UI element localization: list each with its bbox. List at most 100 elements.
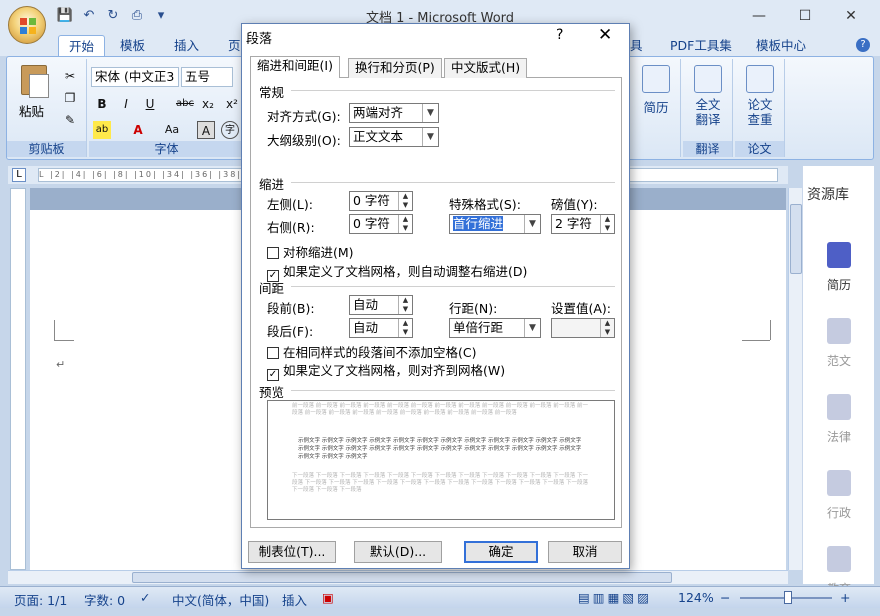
bold-button[interactable]: B [93,95,111,113]
dialog-tabs: 缩进和间距(I) 换行和分页(P) 中文版式(H) [250,56,622,79]
insert-mode[interactable]: 插入 [282,590,307,609]
minimize-button[interactable]: — [736,4,782,28]
outline-level-select[interactable]: 正文文本 ▼ [349,127,439,147]
vertical-scrollbar[interactable] [788,188,802,570]
tabs-button[interactable]: 制表位(T)... [248,541,336,563]
cut-icon[interactable]: ✂ [61,67,79,85]
sample-doc-icon [827,318,851,344]
close-button[interactable]: ✕ [828,4,874,28]
chevron-down-icon: ▼ [524,215,540,233]
preview-next-paragraph: 下一段落 下一段落 下一段落 下一段落 下一段落 下一段落 下一段落 下一段落 … [292,473,588,493]
resource-panel: 资源库 简历 范文 法律 行政 教育 [802,166,875,596]
italic-button[interactable]: I [117,95,135,113]
indent-right-input[interactable]: 0 字符 ▲ ▼ [349,214,413,234]
space-before-label: 段前(B): [267,301,315,316]
tab-pdf-tools[interactable]: PDF工具集 [660,35,742,56]
tab-asian-typography[interactable]: 中文版式(H) [444,58,528,78]
dialog-help-button[interactable]: ? [556,27,563,43]
admin-icon [827,470,851,496]
font-group-label: 字体 [89,141,244,157]
clipboard-group-label: 剪贴板 [7,141,86,157]
alignment-select[interactable]: 两端对齐 ▼ [349,103,439,123]
auto-adjust-indent-checkbox[interactable]: ✓ 如果定义了文档网格，则自动调整右缩进(D) [267,261,527,282]
zoom-slider-handle[interactable] [784,591,792,604]
view-buttons[interactable]: ▤▥▦▧▨ [578,590,652,605]
spinner-icon[interactable]: ▲ ▼ [398,296,412,314]
resource-panel-title[interactable]: 资源库 [807,184,849,204]
scroll-thumb[interactable] [132,572,672,583]
maximize-button[interactable]: ☐ [782,4,828,28]
zoom-level[interactable]: 124% [678,590,714,605]
paste-button[interactable]: 粘贴 [19,101,44,120]
enclose-char-button[interactable]: 字 [221,121,239,139]
font-name-combo[interactable]: 宋体 (中文正3 [91,67,179,87]
superscript-button[interactable]: x² [223,95,241,113]
tab-template[interactable]: 模板 [110,35,155,56]
tab-template-center[interactable]: 模板中心 [746,35,816,56]
paragraph-dialog: 段落 ? ✕ 缩进和间距(I) 换行和分页(P) 中文版式(H) 常规 对齐方式… [241,23,630,569]
underline-button[interactable]: U [141,95,159,113]
zoom-in-button[interactable]: + [840,590,850,605]
copy-icon[interactable]: ❐ [61,89,79,107]
spinner-icon[interactable]: ▲ ▼ [398,319,412,337]
strikethrough-button[interactable]: abc [173,95,197,113]
char-shading-button[interactable]: A [197,121,215,139]
space-before-input[interactable]: 自动 ▲ ▼ [349,295,413,315]
section-spacing: 间距 [259,281,285,296]
indent-by-input[interactable]: 2 字符 ▲ ▼ [551,214,615,234]
checkbox-unchecked[interactable] [267,247,279,259]
office-button[interactable] [8,6,46,44]
paper-check-button[interactable]: 论文查重 [741,65,779,127]
macro-icon[interactable]: ▣ [322,590,334,605]
translate-group-label: 翻译 [683,141,732,157]
ok-button[interactable]: 确定 [464,541,538,563]
change-case-button[interactable]: Aa [161,121,183,139]
no-space-same-style-checkbox[interactable]: 在相同样式的段落间不添加空格(C) [267,342,476,361]
tab-selector[interactable]: L [12,168,26,182]
font-color-icon[interactable]: A [129,121,147,139]
zoom-out-button[interactable]: − [720,590,730,605]
spinner-icon[interactable]: ▲ ▼ [600,319,614,337]
line-spacing-select[interactable]: 单倍行距 ▼ [449,318,541,338]
scroll-thumb[interactable] [790,204,802,274]
page-count[interactable]: 页面: 1/1 [14,590,67,609]
language-indicator[interactable]: 中文(简体，中国) [172,590,269,609]
resource-item-admin[interactable]: 行政 [803,470,875,521]
font-size-combo[interactable]: 五号 [181,67,233,87]
space-after-input[interactable]: 自动 ▲ ▼ [349,318,413,338]
paste-icon[interactable] [21,65,49,98]
format-painter-icon[interactable]: ✎ [61,111,79,129]
spinner-icon[interactable]: ▲ ▼ [398,192,412,210]
spinner-icon[interactable]: ▲ ▼ [600,215,614,233]
proofing-icon[interactable]: ✓ [140,590,150,605]
tab-insert[interactable]: 插入 [164,35,209,56]
cancel-button[interactable]: 取消 [548,541,622,563]
tab-home[interactable]: 开始 [58,35,106,56]
mirror-indents-checkbox[interactable]: 对称缩进(M) [267,242,354,261]
checkbox-checked-icon[interactable]: ✓ [267,369,279,381]
spinner-icon[interactable]: ▲ ▼ [398,215,412,233]
resource-item-resume[interactable]: 简历 [803,242,875,293]
vertical-ruler[interactable] [10,188,26,570]
paper-check-label: 论文查重 [747,97,773,127]
set-default-button[interactable]: 默认(D)... [354,541,442,563]
tab-indent-spacing[interactable]: 缩进和间距(I) [250,56,340,79]
checkbox-unchecked[interactable] [267,347,279,359]
word-count[interactable]: 字数: 0 [84,590,125,609]
subscript-button[interactable]: x₂ [199,95,217,113]
dialog-close-button[interactable]: ✕ [598,25,612,45]
indent-left-input[interactable]: 0 字符 ▲ ▼ [349,191,413,211]
full-translate-button[interactable]: 全文翻译 [689,65,727,127]
resource-item-law[interactable]: 法律 [803,394,875,445]
tab-line-page-breaks[interactable]: 换行和分页(P) [348,58,442,78]
alignment-label: 对齐方式(G): [267,109,341,124]
highlight-icon[interactable]: ab [93,121,111,139]
help-icon[interactable]: ? [856,38,870,52]
horizontal-scrollbar[interactable] [8,570,788,584]
special-indent-select[interactable]: 首行缩进 ▼ [449,214,541,234]
spacing-at-input[interactable]: ▲ ▼ [551,318,615,338]
resource-item-sample[interactable]: 范文 [803,318,875,369]
resume-button[interactable]: 简历 [639,65,673,116]
snap-to-grid-checkbox[interactable]: ✓ 如果定义了文档网格，则对齐到网格(W) [267,360,505,381]
spacing-at-label: 设置值(A): [551,301,612,316]
